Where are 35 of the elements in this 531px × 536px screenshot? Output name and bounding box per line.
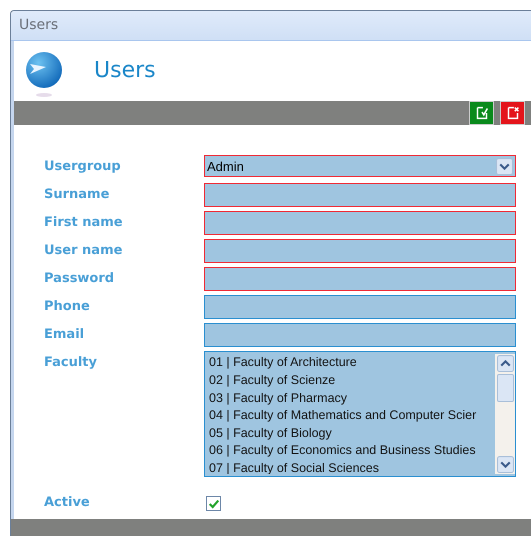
input-field[interactable] [204,239,516,264]
window-title: Users [19,17,58,34]
logo-icon [24,52,64,98]
list-option[interactable]: 02 | Faculty of Scienze [209,372,495,390]
field-label: Faculty [44,354,98,372]
page-title: Users [94,58,156,84]
input-field[interactable] [204,295,516,320]
list-option[interactable]: 07 | Faculty of Social Sciences [209,460,495,474]
active-checkbox[interactable] [206,496,221,512]
scrollbar[interactable] [495,354,515,474]
list-option[interactable]: 06 | Faculty of Economics and Business Studies [209,442,495,460]
faculty-listbox[interactable] [204,351,516,478]
list-option[interactable]: 05 | Faculty of Biology [209,424,495,442]
scroll-thumb[interactable] [496,374,514,402]
input-field[interactable] [204,183,516,208]
field-label: Password [44,270,116,288]
field-label: Email [44,326,86,344]
list-option[interactable]: 03 | Faculty of Pharmacy [209,390,495,408]
field-label: User name [44,242,124,260]
field-label: Active [44,494,91,512]
input-field[interactable] [204,211,516,236]
field-label: First name [44,214,124,232]
save-button[interactable] [469,101,494,126]
scroll-down-icon[interactable] [496,456,514,474]
scroll-up-icon[interactable] [496,355,514,372]
chevron-down-icon[interactable] [496,158,513,175]
field-label: Usergroup [44,158,122,176]
field-label: Phone [44,298,91,316]
input-field[interactable] [204,267,516,292]
list-option[interactable]: 01 | Faculty of Architecture [209,354,495,372]
usergroup-dropdown[interactable]: Admin [204,155,516,178]
cancel-button[interactable] [500,101,525,126]
input-field[interactable] [204,323,516,348]
field-label: Surname [44,186,110,204]
list-option[interactable]: 04 | Faculty of Mathematics and Computer Scier [209,407,495,425]
